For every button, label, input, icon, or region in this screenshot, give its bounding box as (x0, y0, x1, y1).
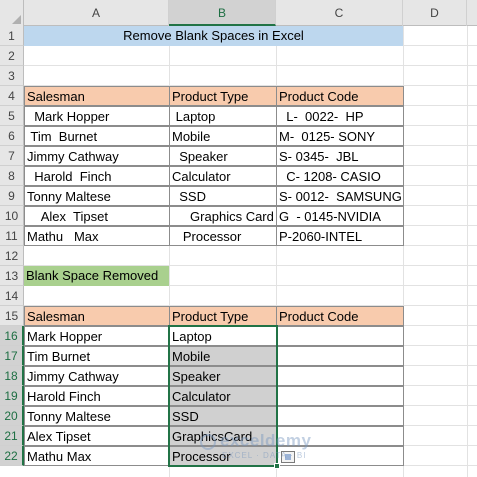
spreadsheet: A B C D 1 2 3 4 5 6 7 8 9 10 11 12 13 14… (0, 0, 477, 477)
table1-cell[interactable]: Harold Finch (24, 166, 170, 186)
row-header-19[interactable]: 19 (0, 386, 24, 406)
table2-cell[interactable]: Alex Tipset (24, 426, 170, 446)
row-header-12[interactable]: 12 (0, 246, 24, 266)
column-header-d[interactable]: D (403, 0, 467, 26)
table2-cell-selected[interactable]: SSD (169, 406, 277, 426)
table2-header-product-type[interactable]: Product Type (169, 306, 277, 326)
table1-cell[interactable]: Mathu Max (24, 226, 170, 246)
table2-cell-selected[interactable]: Laptop (169, 326, 277, 346)
table1-cell[interactable]: Mobile (169, 126, 277, 146)
table1-cell[interactable]: Laptop (169, 106, 277, 126)
table2-cell[interactable]: Tim Burnet (24, 346, 170, 366)
table2-cell[interactable]: Mathu Max (24, 446, 170, 466)
row-header-11[interactable]: 11 (0, 226, 24, 246)
sheet-title[interactable]: Remove Blank Spaces in Excel (24, 26, 403, 46)
table1-cell[interactable]: Tim Burnet (24, 126, 170, 146)
table2-cell-selected[interactable]: Calculator (169, 386, 277, 406)
table1-header-product-code[interactable]: Product Code (276, 86, 404, 106)
table1-cell[interactable]: G - 0145-NVIDIA (276, 206, 404, 226)
row-header-8[interactable]: 8 (0, 166, 24, 186)
row-header-17[interactable]: 17 (0, 346, 24, 366)
column-header-a[interactable]: A (24, 0, 169, 26)
table1-cell[interactable]: Processor (169, 226, 277, 246)
watermark-brand: exceldemy (220, 431, 312, 450)
table1-cell[interactable]: C- 1208- CASIO (276, 166, 404, 186)
table2-cell-selected[interactable]: Speaker (169, 366, 277, 386)
table1-cell[interactable]: S- 0012- SAMSUNG (276, 186, 404, 206)
table2-cell[interactable] (276, 386, 404, 406)
table1-cell[interactable]: Alex Tipset (24, 206, 170, 226)
table1-cell[interactable]: P-2060-INTEL (276, 226, 404, 246)
row-header-21[interactable]: 21 (0, 426, 24, 446)
table2-cell[interactable] (276, 346, 404, 366)
select-all-corner-icon[interactable] (0, 0, 24, 26)
table2-header-salesman[interactable]: Salesman (24, 306, 170, 326)
table1-cell[interactable]: SSD (169, 186, 277, 206)
table1-cell[interactable]: Speaker (169, 146, 277, 166)
table1-cell[interactable]: S- 0345- JBL (276, 146, 404, 166)
table2-cell[interactable]: Mark Hopper (24, 326, 170, 346)
watermark-tagline: EXCEL · DATA · BI (222, 451, 307, 460)
row-header-4[interactable]: 4 (0, 86, 24, 106)
column-header-b[interactable]: B (169, 0, 276, 26)
table2-cell[interactable]: Tonny Maltese (24, 406, 170, 426)
fill-handle[interactable] (274, 463, 280, 469)
table2-header-product-code[interactable]: Product Code (276, 306, 404, 326)
table1-cell[interactable]: Jimmy Cathway (24, 146, 170, 166)
row-header-16[interactable]: 16 (0, 326, 24, 346)
row-header-18[interactable]: 18 (0, 366, 24, 386)
table1-cell[interactable]: L- 0022- HP (276, 106, 404, 126)
row-header-22[interactable]: 22 (0, 446, 24, 466)
row-header-9[interactable]: 9 (0, 186, 24, 206)
section-label[interactable]: Blank Space Removed (24, 266, 169, 286)
row-header-7[interactable]: 7 (0, 146, 24, 166)
table2-cell[interactable] (276, 366, 404, 386)
table1-cell[interactable]: Mark Hopper (24, 106, 170, 126)
table2-cell[interactable]: Jimmy Cathway (24, 366, 170, 386)
watermark-logo-icon (200, 434, 216, 450)
row-header-3[interactable]: 3 (0, 66, 24, 86)
table2-cell[interactable] (276, 326, 404, 346)
table1-header-salesman[interactable]: Salesman (24, 86, 170, 106)
row-header-20[interactable]: 20 (0, 406, 24, 426)
table2-cell[interactable] (276, 406, 404, 426)
cell-grid[interactable]: Remove Blank Spaces in Excel Salesman Pr… (24, 26, 477, 477)
row-header-1[interactable]: 1 (0, 26, 24, 46)
column-header-c[interactable]: C (276, 0, 403, 26)
table1-cell[interactable]: M- 0125- SONY (276, 126, 404, 146)
row-header-5[interactable]: 5 (0, 106, 24, 126)
column-header-bar: A B C D (0, 0, 477, 26)
table2-cell[interactable]: Harold Finch (24, 386, 170, 406)
row-header-10[interactable]: 10 (0, 206, 24, 226)
row-header-15[interactable]: 15 (0, 306, 24, 326)
row-header-14[interactable]: 14 (0, 286, 24, 306)
row-header-13[interactable]: 13 (0, 266, 24, 286)
table1-header-product-type[interactable]: Product Type (169, 86, 277, 106)
row-header-6[interactable]: 6 (0, 126, 24, 146)
table1-cell[interactable]: Graphics Card (169, 206, 277, 226)
table2-cell-selected[interactable]: Mobile (169, 346, 277, 366)
row-header-2[interactable]: 2 (0, 46, 24, 66)
table1-cell[interactable]: Tonny Maltese (24, 186, 170, 206)
table1-cell[interactable]: Calculator (169, 166, 277, 186)
